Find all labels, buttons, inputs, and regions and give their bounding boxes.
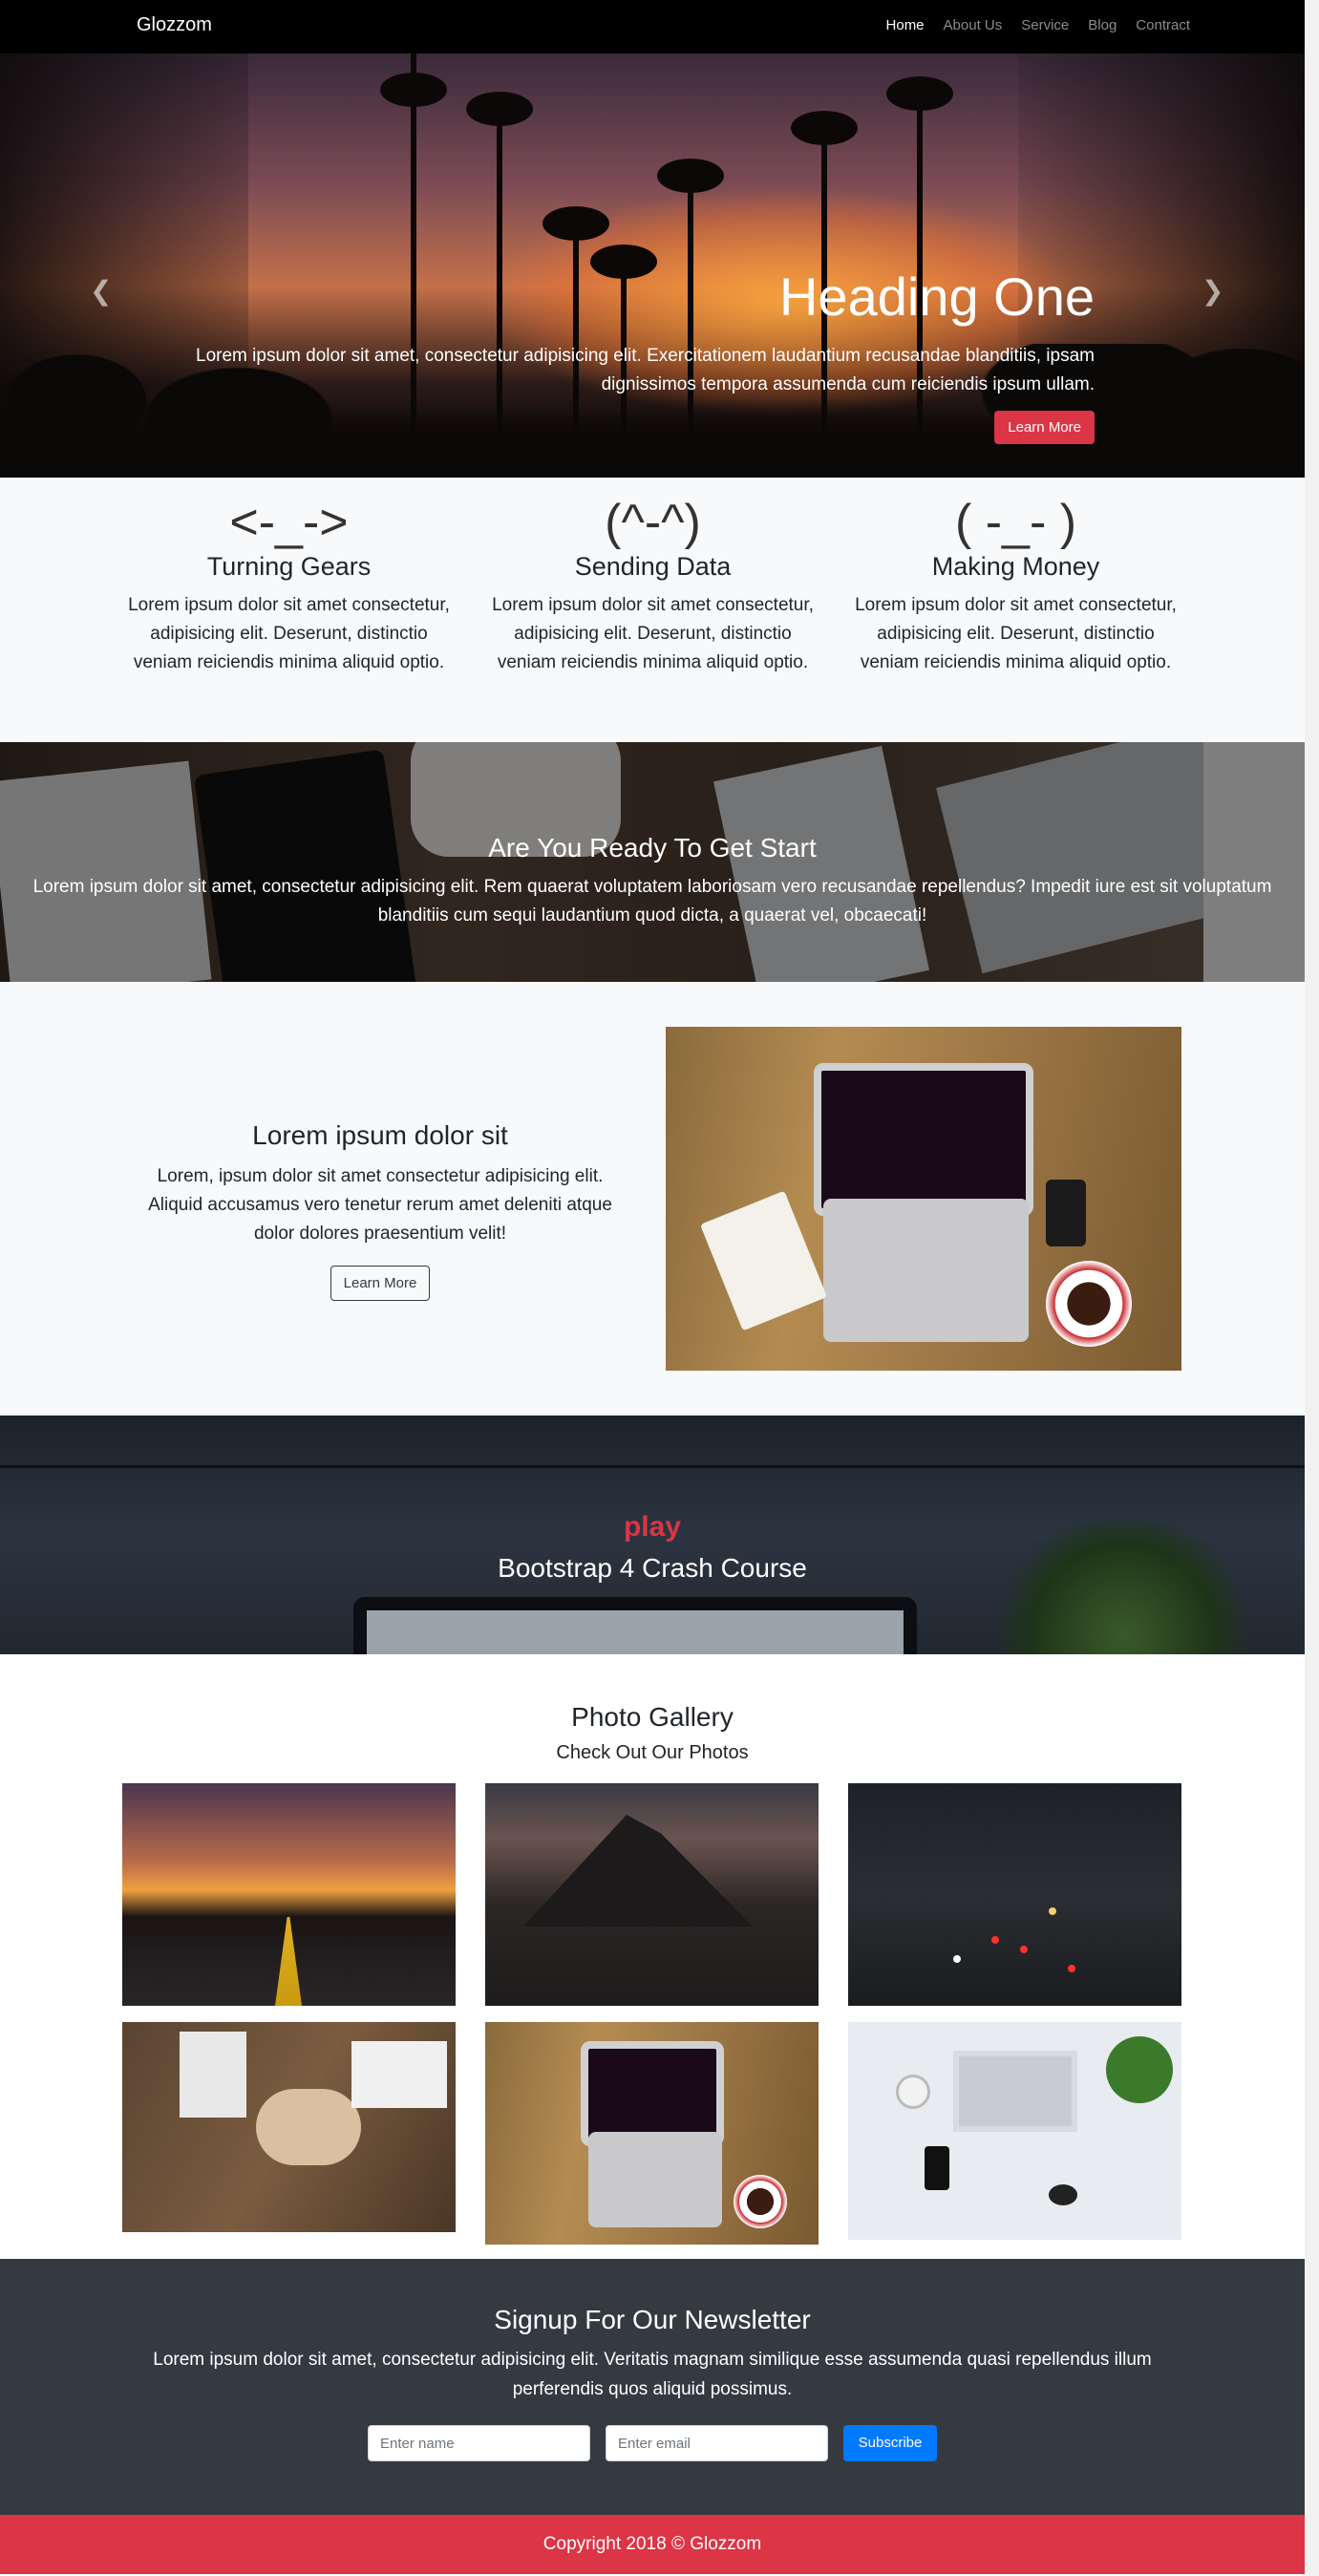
smartphone bbox=[925, 2146, 949, 2190]
palm-crown bbox=[886, 76, 953, 111]
info-text: Lorem, ipsum dolor sit amet consectetur … bbox=[148, 1166, 612, 1244]
bg-monitor bbox=[353, 1597, 917, 1654]
mouse bbox=[1049, 2184, 1077, 2205]
carousel-next[interactable]: ❯ bbox=[1202, 275, 1223, 307]
coffee-cup bbox=[734, 2175, 787, 2228]
gallery-image-night-traffic[interactable] bbox=[848, 1783, 1181, 2006]
hero-learn-more-button[interactable]: Learn More bbox=[994, 411, 1095, 444]
coffee-cup bbox=[896, 2075, 930, 2109]
mountain bbox=[523, 1815, 753, 1927]
feature-title: Making Money bbox=[931, 552, 1100, 581]
page-scrollbar[interactable] bbox=[1305, 0, 1319, 2576]
laptop-keyboard bbox=[588, 2132, 722, 2227]
hands bbox=[256, 2089, 361, 2165]
feature-text: Lorem ipsum dolor sit amet consectetur, … bbox=[855, 595, 1177, 672]
carousel-prev[interactable]: ❮ bbox=[90, 275, 112, 307]
palm-crown bbox=[590, 245, 657, 279]
gallery-image-sunset-road[interactable] bbox=[122, 1783, 456, 2006]
nav-link-contract[interactable]: Contract bbox=[1136, 17, 1190, 33]
bg-shelf-line bbox=[0, 1465, 1305, 1468]
name-input[interactable] bbox=[368, 2425, 590, 2461]
feature-emoticon: ( -_- ) bbox=[954, 495, 1077, 550]
hero-carousel: ❮ ❯ Heading One Lorem ipsum dolor sit am… bbox=[0, 53, 1305, 478]
feature-card: <-_-> Turning Gears Lorem ipsum dolor si… bbox=[124, 495, 454, 677]
navbar: Glozzom Home About Us Service Blog Contr… bbox=[0, 0, 1305, 53]
video-banner: play Bootstrap 4 Crash Course bbox=[0, 1416, 1305, 1654]
newsletter-text: Lorem ipsum dolor sit amet, consectetur … bbox=[153, 2350, 1152, 2399]
newsletter-title: Signup For Our Newsletter bbox=[494, 2305, 811, 2334]
features-section: <-_-> Turning Gears Lorem ipsum dolor si… bbox=[0, 478, 1305, 742]
cta-banner: Are You Ready To Get Start Lorem ipsum d… bbox=[0, 742, 1305, 982]
brand-logo[interactable]: Glozzom bbox=[137, 14, 212, 36]
feature-title: Turning Gears bbox=[206, 552, 372, 581]
laptop bbox=[953, 2051, 1077, 2132]
laptop-desk-image bbox=[666, 1027, 1181, 1371]
laptop-keyboard bbox=[823, 1199, 1029, 1342]
notepad bbox=[699, 1190, 828, 1331]
info-section: Lorem ipsum dolor sit Lorem, ipsum dolor… bbox=[0, 982, 1305, 1416]
info-learn-more-button[interactable]: Learn More bbox=[330, 1266, 431, 1301]
newsletter-section: Signup For Our Newsletter Lorem ipsum do… bbox=[0, 2259, 1305, 2515]
gallery-image-white-desk[interactable] bbox=[848, 2022, 1181, 2240]
tail-lights bbox=[991, 1936, 999, 1944]
coffee-cup bbox=[1046, 1261, 1132, 1347]
gallery-image-laptop-desk[interactable] bbox=[485, 2022, 819, 2245]
video-title: Bootstrap 4 Crash Course bbox=[498, 1553, 807, 1583]
nav-link-home[interactable]: Home bbox=[886, 17, 925, 33]
smartphone bbox=[1046, 1180, 1086, 1246]
info-title: Lorem ipsum dolor sit bbox=[252, 1120, 508, 1150]
subscribe-button[interactable]: Subscribe bbox=[843, 2425, 937, 2461]
road-line bbox=[275, 1917, 302, 2006]
cta-title: Are You Ready To Get Start bbox=[488, 833, 817, 862]
gallery-subtitle: Check Out Our Photos bbox=[556, 1742, 749, 1763]
feature-card: (^-^) Sending Data Lorem ipsum dolor sit… bbox=[488, 495, 818, 677]
cta-text: Lorem ipsum dolor sit amet, consectetur … bbox=[32, 877, 1272, 926]
footer: Copyright 2018 © Glozzom bbox=[0, 2515, 1305, 2574]
footer-copyright: Copyright 2018 © Glozzom bbox=[542, 2534, 762, 2554]
feature-text: Lorem ipsum dolor sit amet consectetur, … bbox=[128, 595, 450, 672]
nav-links: Home About Us Service Blog Contract bbox=[867, 17, 1190, 33]
chevron-right-icon: ❯ bbox=[1202, 276, 1224, 306]
gallery-image-teamwork[interactable] bbox=[122, 2022, 456, 2232]
hero-text: Lorem ipsum dolor sit amet, consectetur … bbox=[196, 346, 1095, 394]
nav-link-blog[interactable]: Blog bbox=[1088, 17, 1117, 33]
feature-text: Lorem ipsum dolor sit amet consectetur, … bbox=[492, 595, 814, 672]
nav-link-about[interactable]: About Us bbox=[944, 17, 1003, 33]
palm-crown bbox=[542, 206, 609, 241]
feature-emoticon: <-_-> bbox=[229, 495, 349, 550]
play-button[interactable]: play bbox=[0, 1511, 1305, 1543]
paper bbox=[351, 2041, 447, 2108]
plant bbox=[1106, 2036, 1173, 2103]
palm-crown bbox=[657, 159, 724, 193]
feature-emoticon: (^-^) bbox=[605, 495, 701, 550]
laptop-screen bbox=[581, 2041, 724, 2146]
palm-crown bbox=[380, 73, 447, 107]
palm-crown bbox=[466, 92, 533, 126]
laptop-screen bbox=[814, 1063, 1033, 1216]
gallery-title: Photo Gallery bbox=[571, 1702, 734, 1732]
chevron-left-icon: ❮ bbox=[90, 276, 113, 306]
gallery-image-mountain-road[interactable] bbox=[485, 1783, 819, 2006]
feature-card: ( -_- ) Making Money Lorem ipsum dolor s… bbox=[851, 495, 1181, 677]
email-input[interactable] bbox=[606, 2425, 828, 2461]
info-text-block: Lorem ipsum dolor sit Lorem, ipsum dolor… bbox=[132, 1120, 628, 1301]
photo-gallery: Photo Gallery Check Out Our Photos bbox=[0, 1654, 1305, 2259]
feature-title: Sending Data bbox=[574, 552, 732, 581]
hero-heading: Heading One bbox=[778, 266, 1095, 327]
palm-crown bbox=[791, 111, 858, 145]
paper bbox=[180, 2032, 246, 2118]
nav-link-service[interactable]: Service bbox=[1021, 17, 1069, 33]
